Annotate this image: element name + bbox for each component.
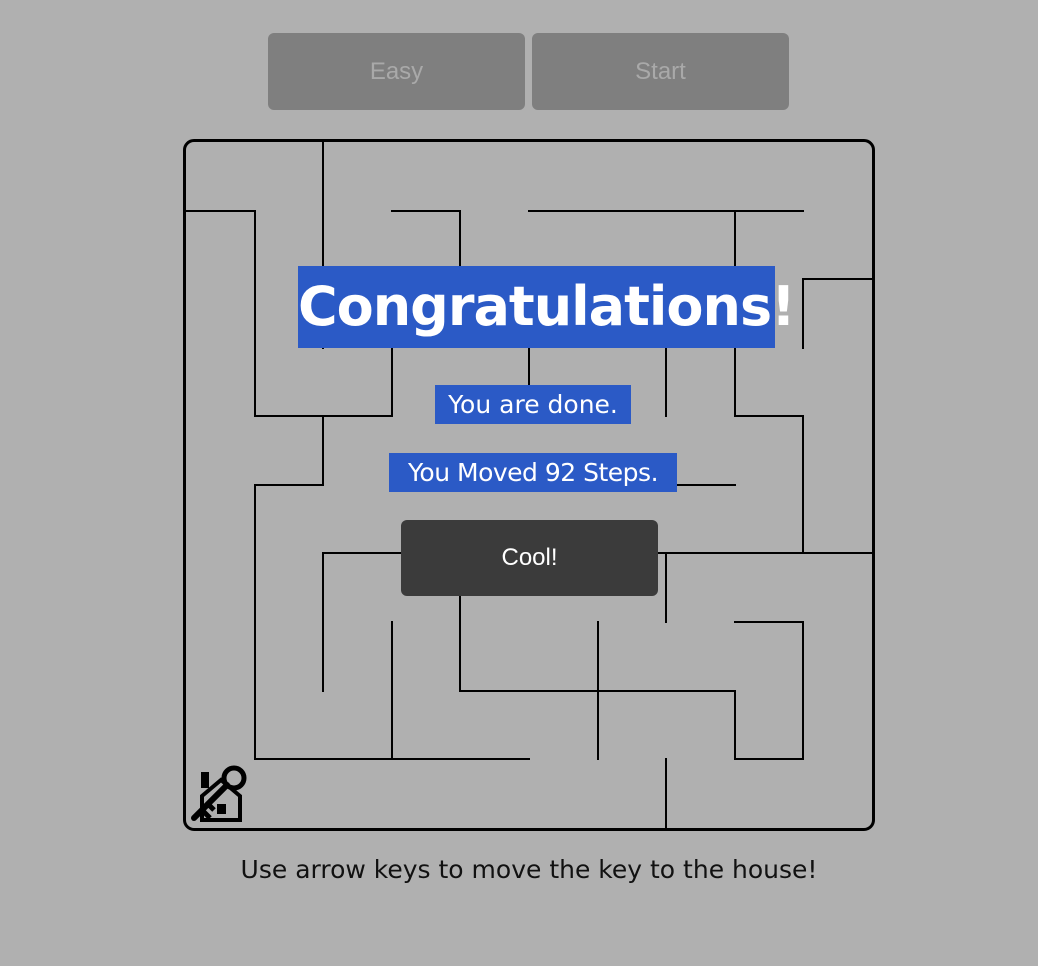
controls-bar: Easy Start (268, 33, 789, 110)
cool-button[interactable]: Cool! (401, 520, 658, 596)
steps-message: You Moved 92 Steps. (389, 453, 677, 492)
instructions-text: Use arrow keys to move the key to the ho… (240, 855, 818, 884)
start-button[interactable]: Start (532, 33, 789, 110)
dialog-title: Congratulations! (298, 266, 796, 348)
difficulty-button[interactable]: Easy (268, 33, 525, 110)
completion-dialog: Congratulations! You are done. You Moved… (183, 139, 875, 831)
done-message: You are done. (435, 385, 631, 424)
